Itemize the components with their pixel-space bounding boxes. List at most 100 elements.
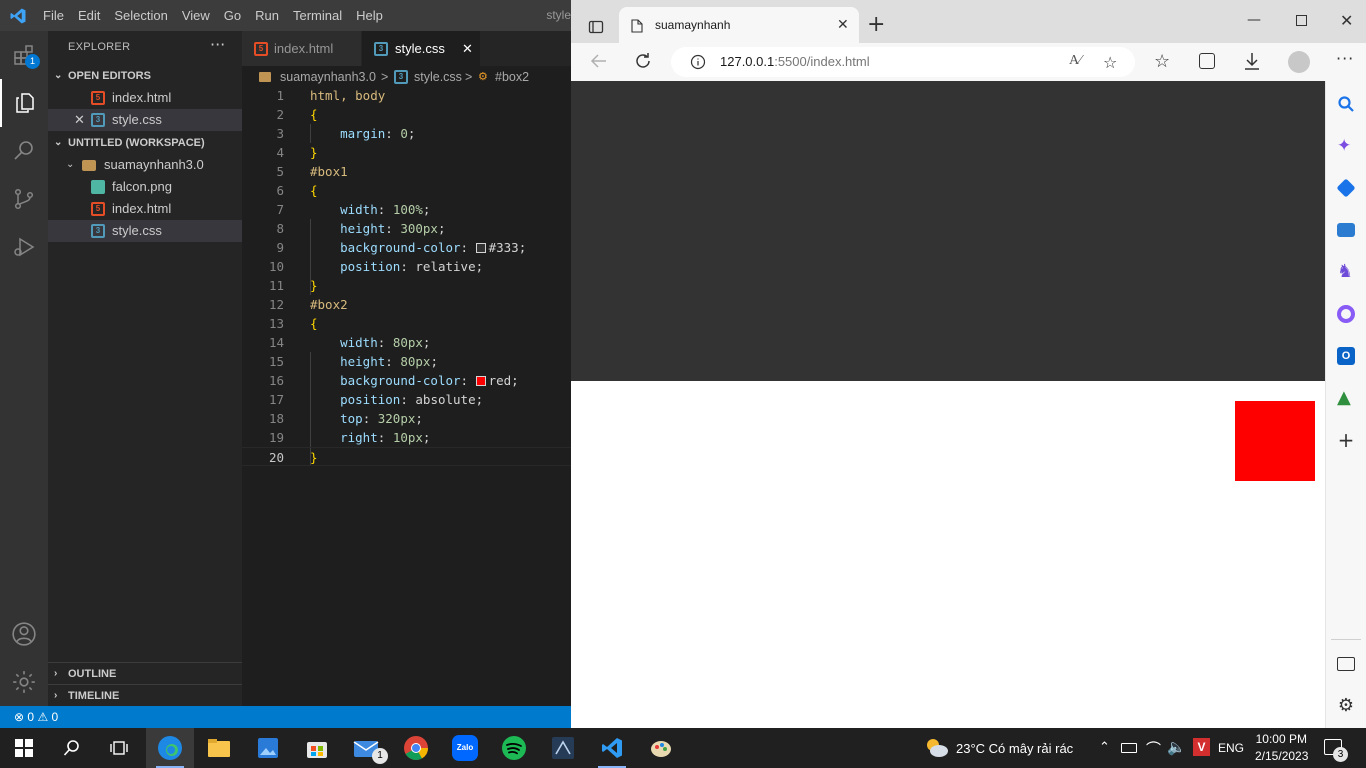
- menu-view[interactable]: View: [175, 0, 217, 31]
- timeline-header[interactable]: › TIMELINE: [48, 684, 242, 706]
- run-debug-icon[interactable]: [0, 223, 48, 271]
- photos-icon[interactable]: [244, 728, 292, 768]
- volume-icon[interactable]: 🔈: [1167, 738, 1186, 756]
- search-icon[interactable]: [0, 127, 48, 175]
- clock-date[interactable]: 2/15/2023: [1255, 749, 1308, 763]
- breadcrumb-symbol[interactable]: #box2: [495, 66, 529, 88]
- minimize-icon[interactable]: —: [1247, 12, 1261, 28]
- code-editor[interactable]: 1 html, body 2{ 3 margin: 0; 4} 5 #box1 6{…: [242, 86, 571, 466]
- browser-toolbar: 127.0.0.1:5500/index.html A⁄ ☆ ☆ ···: [571, 43, 1366, 81]
- settings-gear-icon[interactable]: ⚙: [1337, 697, 1355, 715]
- menu-run[interactable]: Run: [248, 0, 286, 31]
- search-icon[interactable]: [1337, 95, 1355, 113]
- wifi-icon[interactable]: ⌒: [1146, 738, 1161, 759]
- status-bar: ⊗ 0 ⚠ 0: [0, 706, 571, 728]
- add-favorite-icon[interactable]: ☆: [1103, 53, 1117, 72]
- vscode-taskbar-icon[interactable]: [588, 728, 636, 768]
- close-window-icon[interactable]: ✕: [1340, 11, 1353, 30]
- outlook-icon[interactable]: O: [1337, 347, 1355, 365]
- file-falcon-png[interactable]: falcon.png: [48, 176, 242, 198]
- menu-file[interactable]: File: [36, 0, 71, 31]
- spotify-icon[interactable]: [490, 728, 538, 768]
- copilot-sparkle-icon[interactable]: ✦: [1337, 137, 1355, 155]
- workspace-header[interactable]: ⌄ UNTITLED (WORKSPACE): [48, 132, 242, 154]
- edge-taskbar-icon[interactable]: [146, 728, 194, 768]
- color-swatch[interactable]: [475, 243, 486, 253]
- profile-avatar[interactable]: [1288, 51, 1310, 73]
- shopping-tag-icon[interactable]: [1336, 178, 1356, 198]
- manage-gear-icon[interactable]: [0, 658, 48, 706]
- back-arrow-icon[interactable]: [589, 51, 609, 75]
- close-icon[interactable]: ✕: [74, 109, 85, 131]
- tools-icon[interactable]: [1337, 223, 1355, 237]
- file-index-html[interactable]: 5 index.html: [48, 198, 242, 220]
- menu-help[interactable]: Help: [349, 0, 390, 31]
- problems-status[interactable]: ⊗ 0 ⚠ 0: [14, 710, 58, 724]
- clock-time[interactable]: 10:00 PM: [1255, 732, 1307, 746]
- info-icon[interactable]: [690, 54, 706, 74]
- favorites-icon[interactable]: ☆: [1154, 51, 1170, 72]
- maximize-icon[interactable]: [1296, 15, 1307, 26]
- more-menu-icon[interactable]: ···: [1336, 49, 1354, 68]
- menu-edit[interactable]: Edit: [71, 0, 107, 31]
- sql-server-icon[interactable]: [539, 728, 587, 768]
- tab-index-html[interactable]: 5 index.html: [242, 31, 361, 66]
- menu-terminal[interactable]: Terminal: [286, 0, 349, 31]
- start-windows-icon[interactable]: [0, 728, 48, 768]
- folder-icon: [82, 160, 96, 171]
- code-line: 12 #box2: [268, 297, 348, 312]
- url-text[interactable]: 127.0.0.1:5500/index.html: [720, 47, 870, 77]
- vscode-window: File Edit Selection View Go Run Terminal…: [0, 0, 571, 728]
- browser-tab[interactable]: suamaynhanh ✕: [619, 7, 859, 43]
- address-bar[interactable]: 127.0.0.1:5500/index.html A⁄ ☆: [671, 47, 1135, 77]
- store-icon[interactable]: [293, 728, 341, 768]
- paint-icon[interactable]: [637, 728, 685, 768]
- language-indicator[interactable]: ENG: [1218, 741, 1244, 755]
- folder-row[interactable]: ⌄ suamaynhanh3.0: [48, 154, 242, 176]
- html-file-icon: 5: [91, 91, 105, 105]
- explorer-more-icon[interactable]: ···: [210, 35, 225, 54]
- chrome-icon[interactable]: [392, 728, 440, 768]
- code-line: 5 #box1: [276, 164, 348, 179]
- breadcrumb-file[interactable]: style.css: [414, 66, 462, 88]
- open-editor-index-html[interactable]: 5 index.html: [48, 87, 242, 109]
- zalo-icon[interactable]: Zalo: [441, 728, 489, 768]
- mail-icon[interactable]: 1: [342, 728, 390, 768]
- refresh-icon[interactable]: [633, 51, 653, 75]
- weather-cloud-icon[interactable]: [924, 736, 950, 764]
- breadcrumb-folder[interactable]: suamaynhanh3.0: [280, 66, 376, 88]
- tab-close-icon[interactable]: ✕: [837, 7, 849, 43]
- weather-text[interactable]: 23°C Có mây rải rác: [956, 741, 1073, 756]
- battery-icon[interactable]: [1121, 743, 1137, 753]
- task-view-icon[interactable]: [96, 728, 144, 768]
- tab-style-css[interactable]: 3 style.css ✕: [362, 31, 480, 66]
- outline-header[interactable]: › OUTLINE: [48, 662, 242, 684]
- extensions-icon[interactable]: 1: [0, 31, 48, 79]
- tab-actions-icon[interactable]: [588, 19, 604, 39]
- source-control-icon[interactable]: [0, 175, 48, 223]
- downloads-icon[interactable]: [1243, 51, 1261, 75]
- folder-name: suamaynhanh3.0: [104, 157, 204, 172]
- explorer-icon[interactable]: [0, 79, 48, 127]
- file-explorer-icon[interactable]: [195, 728, 243, 768]
- code-line: 16 background-color: red;: [268, 373, 519, 388]
- unikey-v-icon[interactable]: V: [1193, 738, 1210, 756]
- menu-selection[interactable]: Selection: [107, 0, 174, 31]
- hide-sidebar-icon[interactable]: [1337, 657, 1355, 671]
- collections-icon[interactable]: [1199, 53, 1215, 69]
- office-icon[interactable]: [1337, 305, 1355, 323]
- chevron-up-icon[interactable]: ⌃: [1099, 739, 1110, 755]
- open-editor-style-css[interactable]: ✕ 3 style.css: [48, 109, 242, 131]
- new-tab-button[interactable]: +: [867, 12, 885, 38]
- drop-tree-icon[interactable]: ▲: [1337, 389, 1355, 407]
- color-swatch[interactable]: [475, 376, 486, 386]
- open-editors-header[interactable]: ⌄ OPEN EDITORS: [48, 65, 242, 87]
- search-icon[interactable]: [48, 728, 96, 768]
- read-aloud-icon[interactable]: A⁄: [1069, 53, 1081, 69]
- add-sidebar-app-icon[interactable]: +: [1337, 430, 1355, 450]
- tab-close-icon[interactable]: ✕: [462, 31, 473, 66]
- menu-go[interactable]: Go: [217, 0, 248, 31]
- file-style-css[interactable]: 3 style.css: [48, 220, 242, 242]
- accounts-icon[interactable]: [0, 610, 48, 658]
- games-icon[interactable]: ♞: [1337, 263, 1355, 281]
